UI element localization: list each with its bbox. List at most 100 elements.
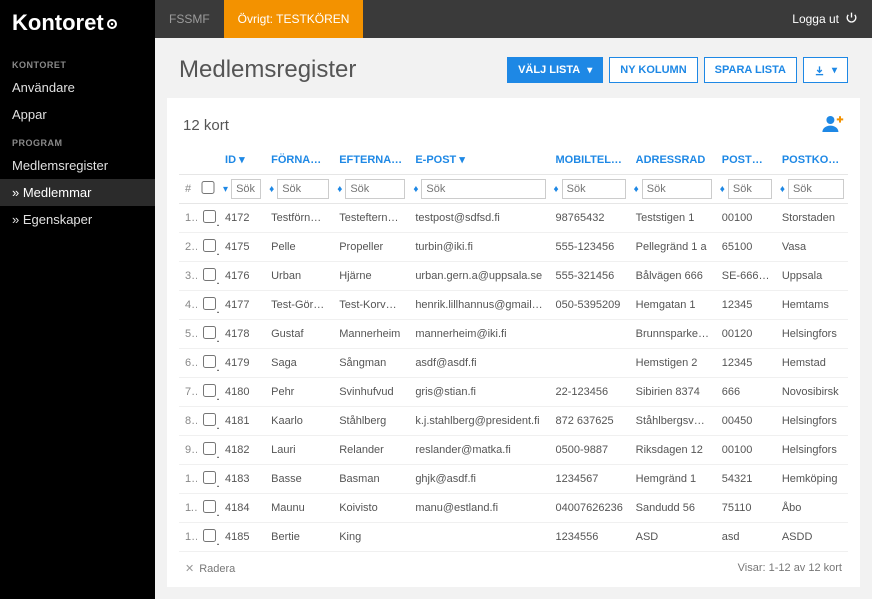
table-row[interactable]: 74180PehrSvinhufvudgris@stian.fi22-12345… <box>179 378 848 407</box>
cell-adress: Sibirien 8374 <box>630 378 716 407</box>
table-row[interactable]: 54178GustafMannerheimmannerheim@iki.fiBr… <box>179 320 848 349</box>
tab-fssmf[interactable]: FSSMF <box>155 0 224 38</box>
cell-postnr: 12345 <box>716 349 776 378</box>
col-efternamn[interactable]: EFTERNAMN <box>333 147 409 175</box>
spara-lista-button[interactable]: SPARA LISTA <box>704 57 797 83</box>
sort-desc-icon: ▾ <box>236 154 245 166</box>
row-checkbox[interactable] <box>203 529 216 542</box>
filter-postkontor[interactable] <box>788 179 844 199</box>
row-number: 9 <box>179 436 197 465</box>
table-row[interactable]: 84181KaarloStåhlbergk.j.stahlberg@presid… <box>179 407 848 436</box>
page-header: Medlemsregister VÄLJ LISTA NY KOLUMN SPA… <box>155 38 872 98</box>
col-id[interactable]: ID ▾ <box>219 147 265 175</box>
table-row[interactable]: 14172TestförnamnTestefternamntestpost@sd… <box>179 204 848 233</box>
row-checkbox[interactable] <box>203 413 216 426</box>
sort-icon[interactable]: ♦ <box>720 184 725 195</box>
cell-mobil: 555-123456 <box>550 233 630 262</box>
filter-efternamn[interactable] <box>345 179 405 199</box>
row-checkbox[interactable] <box>203 326 216 339</box>
table-row[interactable]: 124185BertieKing1234556ASDasdASDD <box>179 523 848 552</box>
row-checkbox[interactable] <box>203 471 216 484</box>
filter-mobil[interactable] <box>562 179 626 199</box>
table-row[interactable]: 64179SagaSångmanasdf@asdf.fiHemstigen 21… <box>179 349 848 378</box>
sort-icon[interactable]: ♦ <box>269 184 274 195</box>
cell-mobil: 1234556 <box>550 523 630 552</box>
sidebar-section-program: PROGRAM <box>0 128 155 152</box>
cell-postkontor: Helsingfors <box>776 436 848 465</box>
download-button[interactable] <box>803 57 848 83</box>
cell-efternamn: Testefternamn <box>333 204 409 233</box>
col-epost[interactable]: E-POST ▾ <box>409 147 549 175</box>
col-fornamn[interactable]: FÖRNAMN <box>265 147 333 175</box>
sidebar-item-medlemsregister[interactable]: Medlemsregister <box>0 152 155 179</box>
sidebar-item-medlemmar[interactable]: » Medlemmar <box>0 179 155 206</box>
col-mobil[interactable]: MOBILTELEFON <box>550 147 630 175</box>
row-checkbox[interactable] <box>203 210 216 223</box>
sort-icon[interactable]: ▾ <box>223 184 228 195</box>
cell-efternamn: Koivisto <box>333 494 409 523</box>
logout-button[interactable]: Logga ut <box>778 0 872 38</box>
row-number: 4 <box>179 291 197 320</box>
sort-icon[interactable]: ♦ <box>780 184 785 195</box>
sort-desc-icon: ▾ <box>456 154 465 166</box>
table-row[interactable]: 24175PellePropellerturbin@iki.fi555-1234… <box>179 233 848 262</box>
add-member-button[interactable] <box>820 114 844 137</box>
cell-id: 4184 <box>219 494 265 523</box>
valj-lista-button[interactable]: VÄLJ LISTA <box>507 57 603 83</box>
table-row[interactable]: 104183BasseBasmanghjk@asdf.fi1234567Hemg… <box>179 465 848 494</box>
cell-fornamn: Basse <box>265 465 333 494</box>
row-checkbox[interactable] <box>203 239 216 252</box>
cell-postkontor: Novosibirsk <box>776 378 848 407</box>
filter-epost[interactable] <box>421 179 545 199</box>
brand-text: Kontoret <box>12 10 104 36</box>
row-checkbox[interactable] <box>203 442 216 455</box>
hash-icon: # <box>185 183 191 195</box>
filter-id[interactable] <box>231 179 261 199</box>
row-checkbox[interactable] <box>203 297 216 310</box>
row-checkbox[interactable] <box>203 500 216 513</box>
ny-kolumn-button[interactable]: NY KOLUMN <box>609 57 697 83</box>
row-checkbox[interactable] <box>203 268 216 281</box>
select-all-checkbox[interactable] <box>201 181 215 194</box>
cell-id: 4179 <box>219 349 265 378</box>
col-postnr[interactable]: POSTNUMMER <box>716 147 776 175</box>
cell-fornamn: Kaarlo <box>265 407 333 436</box>
row-checkbox[interactable] <box>203 384 216 397</box>
sidebar-item-anvandare[interactable]: Användare <box>0 74 155 101</box>
content-area: Medlemsregister VÄLJ LISTA NY KOLUMN SPA… <box>155 38 872 599</box>
cell-epost: ghjk@asdf.fi <box>409 465 549 494</box>
tab-testkoren[interactable]: Övrigt: TESTKÖREN <box>224 0 364 38</box>
sort-icon[interactable]: ♦ <box>413 184 418 195</box>
filter-fornamn[interactable] <box>277 179 329 199</box>
col-adress[interactable]: ADRESSRAD <box>630 147 716 175</box>
cell-epost: testpost@sdfsd.fi <box>409 204 549 233</box>
cell-id: 4178 <box>219 320 265 349</box>
row-number: 11 <box>179 494 197 523</box>
main: FSSMF Övrigt: TESTKÖREN Logga ut Medlems… <box>155 0 872 599</box>
cell-efternamn: Relander <box>333 436 409 465</box>
sidebar-item-egenskaper[interactable]: » Egenskaper <box>0 206 155 233</box>
table-row[interactable]: 94182LauriRelanderreslander@matka.fi0500… <box>179 436 848 465</box>
sidebar-item-appar[interactable]: Appar <box>0 101 155 128</box>
sort-icon[interactable]: ♦ <box>337 184 342 195</box>
cell-postnr: 12345 <box>716 291 776 320</box>
table-row[interactable]: 114184MaunuKoivistomanu@estland.fi040076… <box>179 494 848 523</box>
table-header-row: ID ▾ FÖRNAMN EFTERNAMN E-POST ▾ MOBILTEL… <box>179 147 848 175</box>
table-row[interactable]: 44177Test-GöransTest-Korvmanhenrik.lillh… <box>179 291 848 320</box>
delete-button[interactable]: ✕ Radera <box>185 562 235 575</box>
sort-icon[interactable]: ♦ <box>554 184 559 195</box>
cell-adress: Hemgränd 1 <box>630 465 716 494</box>
cell-efternamn: Hjärne <box>333 262 409 291</box>
col-postkontor[interactable]: POSTKONTOR <box>776 147 848 175</box>
row-number: 6 <box>179 349 197 378</box>
sort-icon[interactable]: ♦ <box>634 184 639 195</box>
filter-adress[interactable] <box>642 179 712 199</box>
row-checkbox[interactable] <box>203 355 216 368</box>
panel-footer: ✕ Radera Visar: 1-12 av 12 kort <box>179 552 848 579</box>
filter-postnr[interactable] <box>728 179 772 199</box>
cell-epost: gris@stian.fi <box>409 378 549 407</box>
cell-id: 4180 <box>219 378 265 407</box>
cell-adress: Hemgatan 1 <box>630 291 716 320</box>
cell-postkontor: Hemtams <box>776 291 848 320</box>
table-row[interactable]: 34176UrbanHjärneurban.gern.a@uppsala.se5… <box>179 262 848 291</box>
